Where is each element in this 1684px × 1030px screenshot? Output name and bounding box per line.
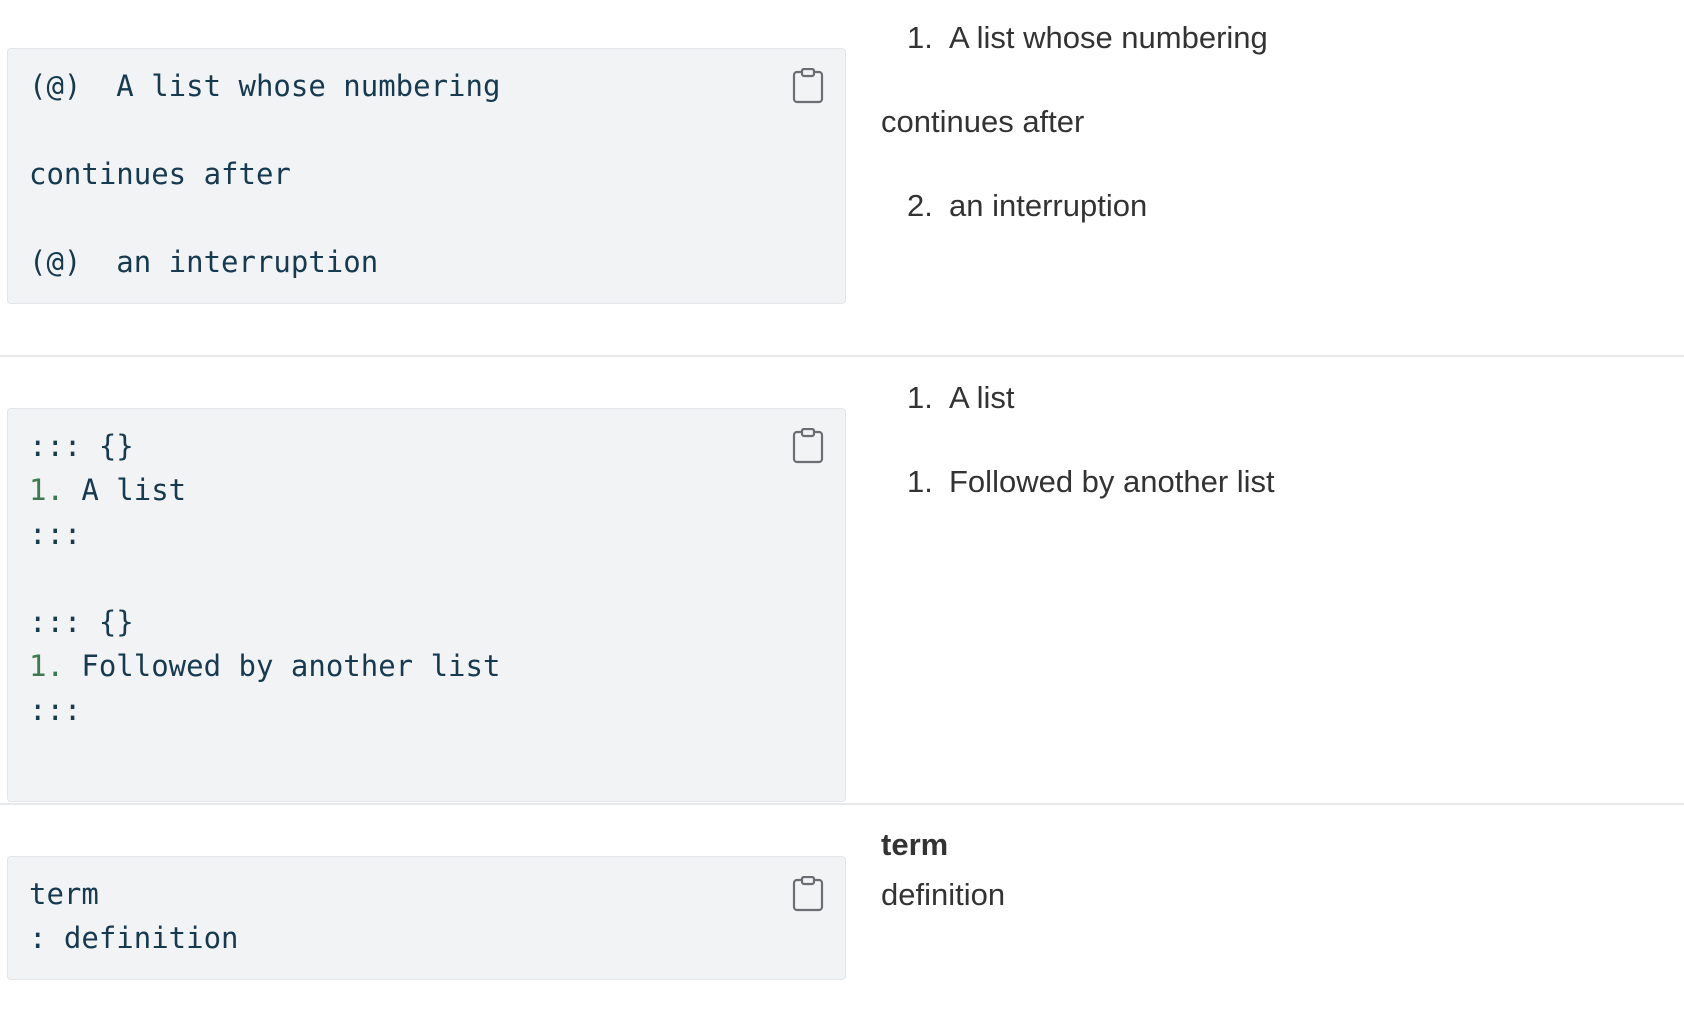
code-line: ::: {}	[29, 605, 134, 639]
definition-description: definition	[881, 877, 1006, 912]
clipboard-icon[interactable]	[792, 876, 824, 912]
output-list-item: 1. Followed by another list	[907, 464, 1275, 499]
code-line: : definition	[29, 921, 239, 955]
example-row-1: (@) A list whose numbering continues aft…	[0, 0, 1684, 356]
output-list-item: 1. A list whose numbering	[907, 20, 1268, 55]
source-code-1: (@) A list whose numbering continues aft…	[29, 49, 500, 279]
output-list-item: 1. A list	[907, 380, 1015, 415]
source-code-3: term : definition	[29, 857, 239, 993]
list-marker: 1.	[907, 20, 933, 55]
clipboard-icon[interactable]	[792, 68, 824, 104]
list-marker: 1.	[907, 464, 933, 499]
code-line: :::	[29, 693, 82, 727]
source-code-block-2: ::: {} 1. A list ::: ::: {} 1. Followed …	[7, 408, 846, 802]
example-row-2: ::: {} 1. A list ::: ::: {} 1. Followed …	[0, 357, 1684, 803]
code-line: (@) an interruption	[29, 245, 379, 279]
code-line: 1. Followed by another list	[29, 649, 501, 683]
example-row-3: term : definition term definition	[0, 805, 1684, 1030]
output-list-item: 2. an interruption	[907, 188, 1148, 223]
code-line: ::: {}	[29, 429, 134, 463]
list-marker: 2.	[907, 188, 933, 223]
clipboard-icon[interactable]	[792, 428, 824, 464]
definition-term: term	[881, 827, 949, 862]
source-code-block-1: (@) A list whose numbering continues aft…	[7, 48, 846, 304]
code-line: term	[29, 877, 99, 911]
code-line: 1. A list	[29, 473, 187, 507]
code-line: continues after	[29, 157, 291, 191]
source-code-2: ::: {} 1. A list ::: ::: {} 1. Followed …	[29, 409, 500, 727]
source-code-block-3: term : definition	[7, 856, 846, 980]
code-line: :::	[29, 517, 82, 551]
code-line: (@) A list whose numbering	[29, 69, 501, 103]
list-marker: 1.	[907, 380, 933, 415]
output-paragraph: continues after	[881, 104, 1085, 139]
